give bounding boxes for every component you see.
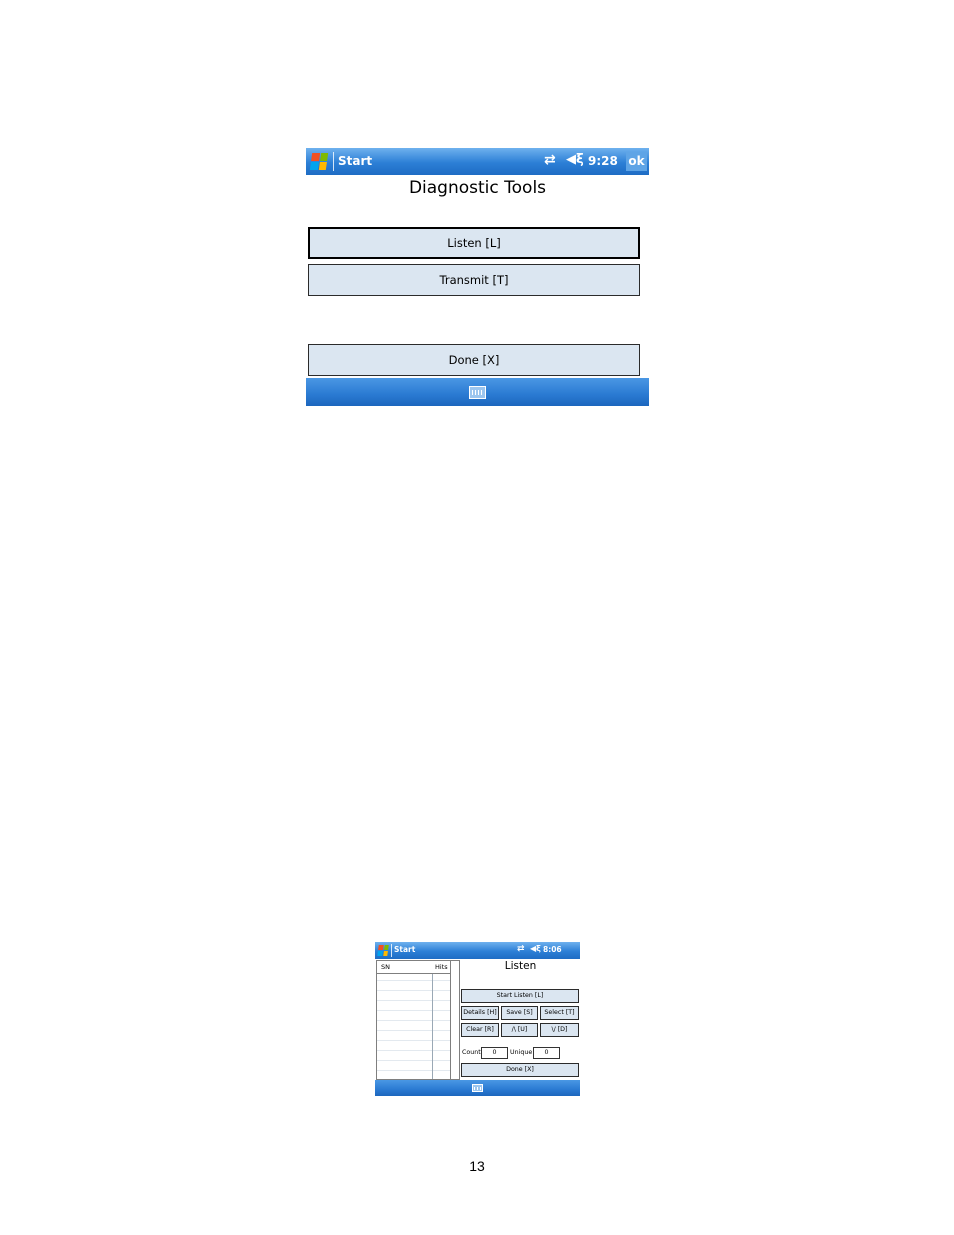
details-button[interactable]: Details [H] bbox=[461, 1006, 499, 1020]
taskbar-divider bbox=[391, 944, 392, 957]
start-listen-button[interactable]: Start Listen [L] bbox=[461, 989, 579, 1003]
bottom-menubar bbox=[375, 1080, 580, 1096]
windows-start-icon[interactable] bbox=[309, 153, 329, 170]
ok-button[interactable]: ok bbox=[626, 152, 647, 171]
save-button[interactable]: Save [S] bbox=[501, 1006, 538, 1020]
list-header: SN Hits bbox=[377, 961, 459, 974]
connectivity-icon[interactable]: ⇄ bbox=[517, 944, 525, 954]
diagnostic-tools-screen: Start ⇄ ◀ξ 9:28 ok Diagnostic Tools List… bbox=[306, 148, 649, 406]
windows-start-icon[interactable] bbox=[377, 945, 389, 956]
page-number: 13 bbox=[469, 1158, 485, 1174]
done-button[interactable]: Done [X] bbox=[308, 344, 640, 376]
count-field: 0 bbox=[481, 1047, 508, 1059]
volume-icon[interactable]: ◀ξ bbox=[566, 152, 584, 167]
count-label: Count bbox=[462, 1049, 481, 1056]
top-taskbar: Start ⇄ ◀ξ 9:28 ok bbox=[306, 148, 649, 175]
column-header-sn[interactable]: SN bbox=[381, 963, 390, 971]
start-menu-label[interactable]: Start bbox=[394, 945, 415, 954]
listen-button[interactable]: Listen [L] bbox=[308, 227, 640, 259]
transmit-button[interactable]: Transmit [T] bbox=[308, 264, 640, 296]
done-button[interactable]: Done [X] bbox=[461, 1063, 579, 1077]
screen-title: Diagnostic Tools bbox=[408, 178, 547, 198]
list-scrollbar[interactable] bbox=[450, 961, 459, 1079]
connectivity-icon[interactable]: ⇄ bbox=[544, 152, 556, 168]
scroll-up-button[interactable]: /\ [U] bbox=[501, 1023, 538, 1037]
scroll-down-button[interactable]: \/ [D] bbox=[540, 1023, 579, 1037]
top-taskbar: Start ⇄ ◀ξ 8:06 bbox=[375, 942, 580, 959]
select-button[interactable]: Select [T] bbox=[540, 1006, 579, 1020]
tag-list[interactable]: SN Hits bbox=[376, 960, 460, 1080]
keyboard-icon[interactable] bbox=[469, 386, 486, 399]
column-header-hits[interactable]: Hits bbox=[435, 963, 448, 971]
unique-label: Unique bbox=[510, 1049, 533, 1056]
clear-button[interactable]: Clear [R] bbox=[461, 1023, 499, 1037]
clock[interactable]: 8:06 bbox=[543, 945, 562, 954]
bottom-menubar bbox=[306, 378, 649, 406]
screen-title: Listen bbox=[504, 960, 537, 972]
volume-icon[interactable]: ◀ξ bbox=[530, 944, 541, 953]
taskbar-divider bbox=[333, 152, 334, 171]
keyboard-icon[interactable] bbox=[472, 1084, 483, 1092]
listen-screen: Start ⇄ ◀ξ 8:06 SN Hits Listen Start Lis… bbox=[375, 942, 580, 1096]
clock[interactable]: 9:28 bbox=[588, 154, 618, 168]
start-menu-label[interactable]: Start bbox=[338, 154, 372, 168]
column-divider bbox=[432, 961, 433, 1079]
unique-field: 0 bbox=[533, 1047, 560, 1059]
